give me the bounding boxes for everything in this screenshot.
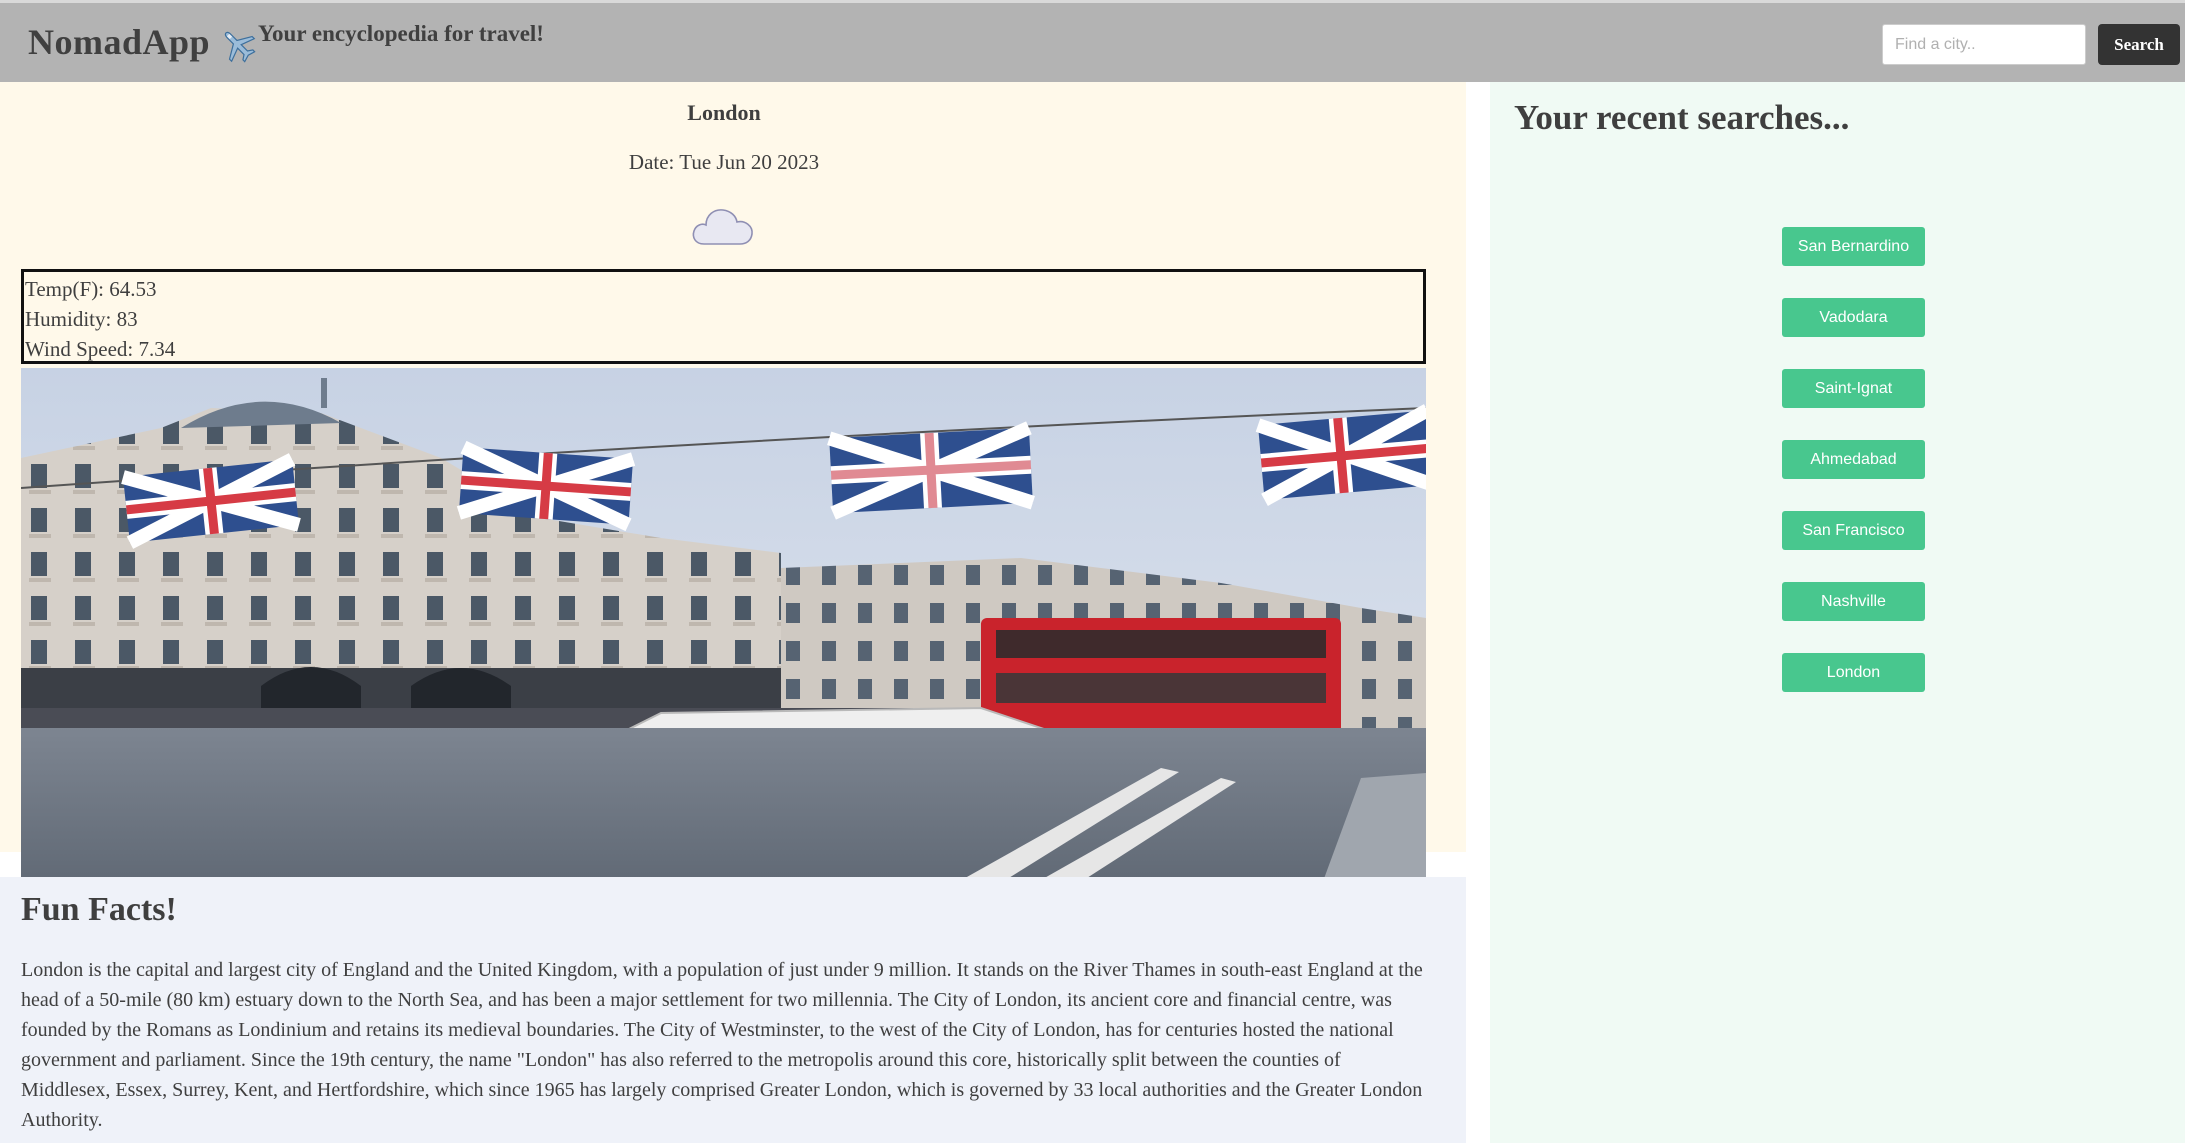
recent-search-button[interactable]: Nashville [1782,582,1925,621]
airplane-icon [224,31,256,63]
wind-speed-value: Wind Speed: 7.34 [25,337,176,361]
recent-search-button[interactable]: San Bernardino [1782,227,1925,266]
weather-stats-box: Temp(F): 64.53 Humidity: 83 Wind Speed: … [21,269,1426,364]
fun-facts-panel: Fun Facts! London is the capital and lar… [0,877,1466,1143]
cloud-icon [692,209,753,245]
brand-logo[interactable]: NomadApp [28,21,210,63]
recent-search-button[interactable]: Vadodara [1782,298,1925,337]
temperature-value: Temp(F): 64.53 [25,277,157,301]
london-street-photo [21,368,1426,914]
weather-panel: London Date: Tue Jun 20 2023 Temp(F): 64… [0,82,1466,914]
recent-searches-list: San Bernardino Vadodara Saint-Ignat Ahme… [1782,227,1925,724]
city-title: London [687,100,761,125]
humidity-value: Humidity: 83 [25,307,138,331]
recent-search-button[interactable]: Ahmedabad [1782,440,1925,479]
fun-facts-text: London is the capital and largest city o… [21,959,1423,1131]
search-button[interactable]: Search [2098,24,2180,65]
recent-searches-title: Your recent searches... [1514,98,1850,137]
recent-search-button[interactable]: San Francisco [1782,511,1925,550]
recent-search-button[interactable]: Saint-Ignat [1782,369,1925,408]
tagline: Your encyclopedia for travel! [258,21,544,46]
weather-date: Date: Tue Jun 20 2023 [628,150,820,174]
top-nav-bar: NomadApp Your encyclopedia for travel! S… [0,0,2185,82]
recent-searches-sidebar: Your recent searches... San Bernardino V… [1490,82,2185,1143]
city-search-input[interactable] [1882,24,2086,65]
fun-facts-title: Fun Facts! [21,891,177,928]
recent-search-button[interactable]: London [1782,653,1925,692]
